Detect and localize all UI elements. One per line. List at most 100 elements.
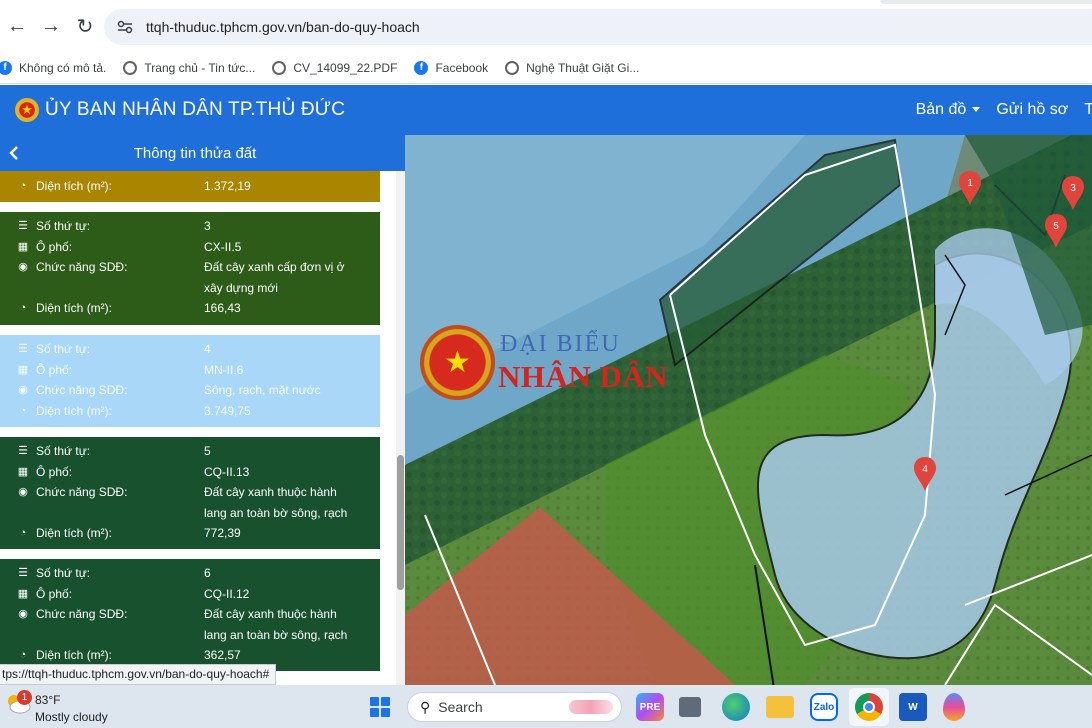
copilot-icon[interactable]: PRE: [636, 693, 664, 721]
parcel-card[interactable]: ☰ Số thứ tự: 4 ▦ Ô phố: MN-II.6 ◉ Chức năng…: [0, 335, 380, 427]
menu-map-dropdown[interactable]: Bản đồ: [916, 101, 981, 119]
grid-icon: ▦: [17, 465, 29, 478]
file-explorer-icon[interactable]: [766, 696, 794, 718]
word-icon[interactable]: W: [899, 693, 927, 721]
publisher-watermark: ★ ĐẠI BIỂU NHÂN DÂN: [420, 325, 680, 405]
menu-item-cut-off[interactable]: T: [1084, 101, 1092, 119]
landuse-row: ◉ Chức năng SDĐ: Sông, rạch, mặt nước: [0, 380, 380, 401]
bookmark-item[interactable]: CV_14099_22.PDF: [272, 60, 397, 75]
globe-icon: [123, 60, 138, 75]
list-icon: ☰: [18, 445, 28, 457]
landuse-row-cont: lang an toàn bờ sông, rạch: [0, 503, 380, 524]
facebook-icon: f: [414, 60, 429, 75]
order-row: ☰ Số thứ tự: 6: [0, 563, 380, 584]
area-value: 362,57: [204, 648, 241, 662]
caret-down-icon: [972, 107, 981, 113]
edge-browser-icon[interactable]: [722, 693, 750, 721]
forward-arrow-icon[interactable]: →: [34, 9, 68, 43]
watermark-line-1: ĐẠI BIỂU: [500, 331, 621, 357]
landuse-label: Chức năng SDĐ:: [36, 485, 128, 499]
order-row: ☰ Số thứ tự: 4: [0, 339, 380, 360]
globe-icon: ◉: [18, 261, 28, 273]
grid-icon: ▦: [17, 587, 29, 600]
panel-scrollbar-thumb[interactable]: [397, 455, 404, 590]
globe-icon: ◉: [18, 486, 28, 498]
pie-chart-icon: ◔: [19, 302, 27, 314]
area-label: Diện tích (m²):: [36, 648, 113, 662]
taskbar-search[interactable]: ⚲ Search: [407, 692, 622, 722]
list-icon: ☰: [18, 567, 28, 579]
globe-icon: [272, 60, 287, 75]
order-label: Số thứ tự:: [36, 219, 91, 233]
bookmark-item[interactable]: Trang chủ - Tin tức...: [123, 60, 256, 75]
order-value: 3: [204, 219, 211, 233]
bookmark-label: Không có mô tả.: [19, 60, 107, 75]
svg-text:4: 4: [922, 464, 928, 475]
area-row: ◔ Diện tích (m²): 362,57: [0, 645, 380, 666]
order-row: ☰ Số thứ tự: 3: [0, 216, 380, 237]
list-icon: ☰: [18, 220, 28, 232]
parcel-card[interactable]: ☰ Số thứ tự: 5 ▦ Ô phố: CQ-II.13 ◉ Chức năn…: [0, 437, 380, 549]
menu-submit-file[interactable]: Gửi hồ sơ: [996, 101, 1068, 119]
chrome-browser-icon[interactable]: [855, 693, 883, 721]
reload-icon[interactable]: ↻: [68, 9, 102, 43]
map-canvas[interactable]: 1 3 5 4: [405, 135, 1092, 685]
panel-scrollbar-track[interactable]: [396, 171, 405, 685]
area-row: ◔ Diện tích (m²): 772,39: [0, 523, 380, 544]
landuse-row: ◉ Chức năng SDĐ: Đất cây xanh thuộc hành: [0, 482, 380, 503]
zalo-label: Zalo: [813, 701, 835, 713]
panel-title: Thông tin thửa đất: [133, 144, 257, 162]
order-value: 5: [204, 444, 211, 458]
site-header: ★ ỦY BAN NHÂN DÂN TP.THỦ ĐỨC Bản đồ Gửi …: [0, 85, 1092, 135]
search-icon: ⚲: [420, 698, 431, 715]
parcel-card: ◔ Diện tích (m²): 1.372,19: [0, 171, 380, 202]
area-row: ◔ Diện tích (m²): 3.749,75: [0, 401, 380, 422]
back-arrow-icon[interactable]: ←: [0, 9, 34, 43]
landuse-value-cont: xây dựng mới: [204, 280, 278, 295]
menu-map-label: Bản đồ: [915, 101, 967, 118]
site-info-icon[interactable]: [116, 18, 134, 36]
zalo-icon[interactable]: Zalo: [810, 693, 838, 721]
bookmark-label: Trang chủ - Tin tức...: [144, 60, 256, 75]
parcel-card[interactable]: ☰ Số thứ tự: 6 ▦ Ô phố: CQ-II.12 ◉ Chức năn…: [0, 559, 380, 671]
landuse-value: Sông, rạch, mặt nước: [204, 383, 321, 397]
bookmark-item[interactable]: Nghệ Thuật Giặt Gi...: [505, 60, 639, 75]
tune-icon: [117, 20, 133, 34]
block-value: MN-II.6: [204, 362, 244, 377]
windows-start-icon[interactable]: [370, 697, 390, 717]
task-view-icon[interactable]: [679, 697, 701, 717]
landuse-value: Đất cây xanh thuộc hành: [204, 485, 337, 499]
block-label: Ô phố:: [36, 586, 73, 601]
search-highlight-icon: [569, 700, 613, 714]
block-row: ▦ Ô phố: CQ-II.12: [0, 584, 380, 605]
main-menu: Bản đồ Gửi hồ sơ T: [916, 85, 1092, 135]
bookmark-item[interactable]: f Không có mô tả.: [0, 60, 107, 75]
block-value: CQ-II.13: [204, 464, 250, 479]
bookmark-item[interactable]: f Facebook: [414, 60, 489, 75]
parcel-card[interactable]: ☰ Số thứ tự: 3 ▦ Ô phố: CX-II.5 ◉ Chức năng…: [0, 212, 380, 325]
landuse-label: Chức năng SDĐ:: [36, 607, 128, 621]
block-value: CX-II.5: [204, 239, 242, 254]
svg-text:1: 1: [967, 178, 973, 189]
block-row: ▦ Ô phố: CQ-II.13: [0, 462, 380, 483]
area-label: Diện tích (m²):: [36, 179, 113, 193]
site-title[interactable]: ỦY BAN NHÂN DÂN TP.THỦ ĐỨC: [45, 99, 345, 121]
address-bar[interactable]: ttqh-thuduc.tphcm.gov.vn/ban-do-quy-hoac…: [104, 9, 1092, 45]
planning-map[interactable]: 1 3 5 4: [405, 135, 1092, 685]
order-label: Số thứ tự:: [36, 566, 91, 580]
weather-widget[interactable]: 1 83°F Mostly cloudy: [3, 687, 153, 727]
block-label: Ô phố:: [36, 362, 73, 377]
panel-scroll-area[interactable]: ◔ Diện tích (m²): 1.372,19 ☰ Số thứ tự: 3 …: [0, 171, 390, 685]
color-drop-icon[interactable]: [943, 693, 965, 721]
landuse-row: ◉ Chức năng SDĐ: Đất cây xanh cấp đơn vị …: [0, 257, 380, 278]
bookmarks-bar: f Không có mô tả. Trang chủ - Tin tức...…: [0, 52, 1092, 84]
windows-taskbar: 1 83°F Mostly cloudy ⚲ Search PRE Zalo W: [0, 685, 1092, 728]
area-label: Diện tích (m²):: [36, 526, 113, 540]
globe-icon: ◉: [18, 608, 28, 620]
pie-chart-icon: ◔: [19, 180, 27, 192]
landuse-row: ◉ Chức năng SDĐ: Đất cây xanh thuộc hành: [0, 604, 380, 625]
bookmark-label: Facebook: [435, 60, 489, 75]
order-value: 4: [204, 342, 211, 356]
browser-toolbar: ← → ↻ ttqh-thuduc.tphcm.gov.vn/ban-do-qu…: [0, 0, 1092, 52]
grid-icon: ▦: [17, 363, 29, 376]
